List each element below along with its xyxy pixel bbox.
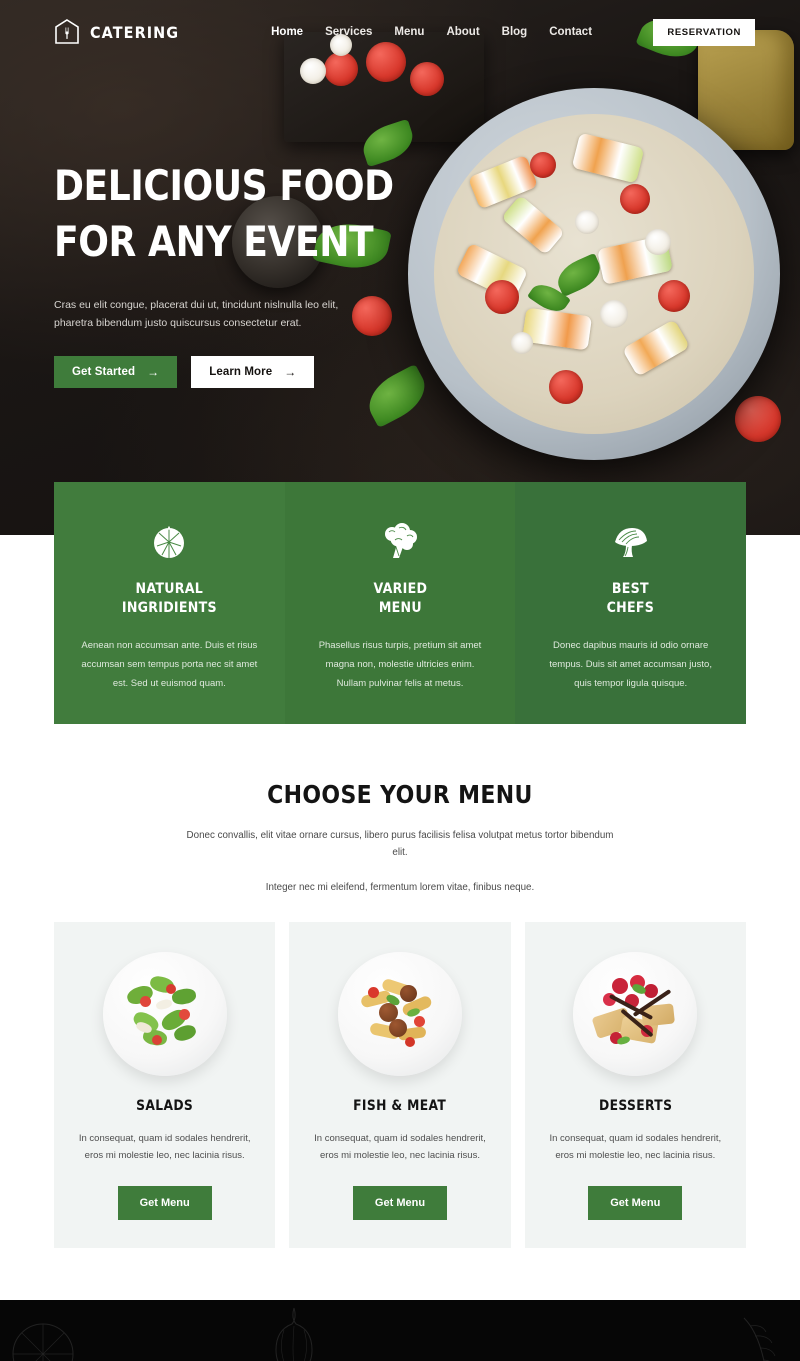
brand-logo[interactable]: CATERING — [54, 18, 189, 46]
menu-card-desserts: DESSERTS In consequat, quam id sodales h… — [524, 922, 746, 1248]
hero-section: DELICIOUS FOOD FOR ANY EVENT Cras eu eli… — [0, 0, 800, 535]
get-menu-button-salads[interactable]: Get Menu — [117, 1186, 212, 1220]
feature-body: Donec dapibus mauris id odio ornare temp… — [549, 640, 712, 689]
feature-card-varied-menu: VARIED MENU Phasellus risus turpis, pret… — [284, 482, 516, 724]
arrow-right-icon: → — [284, 365, 297, 379]
menu-card-body: In consequat, quam id sodales hendrerit,… — [549, 1133, 722, 1161]
nav-item-home[interactable]: Home — [271, 26, 303, 38]
hero-title-line-1: DELICIOUS FOOD — [54, 161, 394, 210]
learn-more-button[interactable]: Learn More → — [191, 356, 315, 388]
menu-section-description-line-2: Integer nec mi eleifend, fermentum lorem… — [265, 882, 535, 893]
broccoli-icon — [311, 520, 490, 564]
feature-card-natural-ingridients: NATURAL INGRIDIENTS Aenean non accumsan … — [54, 482, 285, 724]
reservation-button[interactable]: RESERVATION — [653, 18, 755, 46]
menu-card-salads: SALADS In consequat, quam id sodales hen… — [54, 922, 276, 1248]
menu-card-list: SALADS In consequat, quam id sodales hen… — [54, 922, 746, 1248]
feature-title-line-1: VARIED — [373, 581, 427, 597]
hero-title-line-2: FOR ANY EVENT — [54, 217, 374, 266]
feature-title-line-2: MENU — [378, 600, 422, 616]
hero-button-group: Get Started → Learn More → — [54, 356, 424, 388]
features-panel: NATURAL INGRIDIENTS Aenean non accumsan … — [54, 482, 747, 724]
nav-item-contact[interactable]: Contact — [549, 26, 592, 38]
main-navigation: Home Services Menu About Blog Contact — [271, 26, 592, 38]
menu-section-title: CHOOSE YOUR MENU — [267, 780, 533, 809]
feature-title-line-1: BEST — [612, 581, 650, 597]
menu-card-body: In consequat, quam id sodales hendrerit,… — [314, 1133, 486, 1161]
learn-more-label: Learn More — [209, 366, 273, 378]
hero-copy-block: DELICIOUS FOOD FOR ANY EVENT Cras eu eli… — [54, 158, 424, 388]
arrow-right-icon: → — [147, 365, 160, 379]
menu-card-title: SALADS — [136, 1098, 194, 1114]
menu-card-title: FISH & MEAT — [353, 1098, 447, 1114]
garlic-outline-icon — [262, 1302, 326, 1361]
hero-paragraph: Cras eu elit congue, placerat dui ut, ti… — [54, 299, 339, 329]
pasta-bowl-contents — [434, 114, 754, 434]
site-header: CATERING Home Services Menu About Blog C… — [0, 0, 800, 64]
get-menu-button-desserts[interactable]: Get Menu — [588, 1186, 683, 1220]
menu-section-header: CHOOSE YOUR MENU Donec convallis, elit v… — [0, 724, 800, 896]
herb-sprig-outline-icon — [738, 1314, 796, 1361]
mushroom-icon — [541, 520, 720, 564]
pasta-bowl-photo — [408, 88, 780, 460]
pasta-meatballs-plate-image — [337, 952, 462, 1076]
feature-title-line-1: NATURAL — [135, 581, 204, 597]
menu-card-body: In consequat, quam id sodales hendrerit,… — [78, 1133, 251, 1161]
brand-name: CATERING — [90, 22, 180, 42]
tomato-prop — [410, 62, 444, 96]
get-menu-button-fish-and-meat[interactable]: Get Menu — [352, 1186, 448, 1220]
get-started-button[interactable]: Get Started → — [54, 356, 178, 388]
catering-landing-page: DELICIOUS FOOD FOR ANY EVENT Cras eu eli… — [0, 0, 800, 1361]
get-started-label: Get Started — [72, 366, 136, 378]
choose-your-menu-section: CHOOSE YOUR MENU Donec convallis, elit v… — [0, 724, 800, 1248]
menu-card-fish-and-meat: FISH & MEAT In consequat, quam id sodale… — [289, 922, 511, 1248]
footer-dark-strip — [0, 1300, 800, 1361]
garlic-bulb-icon — [80, 520, 259, 564]
menu-section-description-line-1: Donec convallis, elit vitae ornare cursu… — [186, 830, 614, 858]
crepes-berries-plate-image — [573, 952, 698, 1076]
nav-item-about[interactable]: About — [446, 26, 479, 38]
nav-item-menu[interactable]: Menu — [394, 26, 424, 38]
feature-body: Aenean non accumsan ante. Duis et risus … — [81, 640, 258, 689]
feature-card-best-chefs: BEST CHEFS Donec dapibus mauris id odio … — [515, 482, 747, 724]
lemon-slice-outline-icon — [6, 1312, 80, 1361]
house-fork-logo-icon — [54, 18, 80, 46]
feature-body: Phasellus risus turpis, pretium sit amet… — [318, 640, 482, 689]
menu-card-title: DESSERTS — [598, 1098, 672, 1114]
tomato-prop — [735, 396, 781, 442]
nav-item-services[interactable]: Services — [325, 26, 372, 38]
green-salad-plate-image — [102, 952, 227, 1076]
nav-item-blog[interactable]: Blog — [502, 26, 528, 38]
feature-title-line-2: CHEFS — [606, 600, 655, 616]
feature-title-line-2: INGRIDIENTS — [121, 600, 217, 616]
